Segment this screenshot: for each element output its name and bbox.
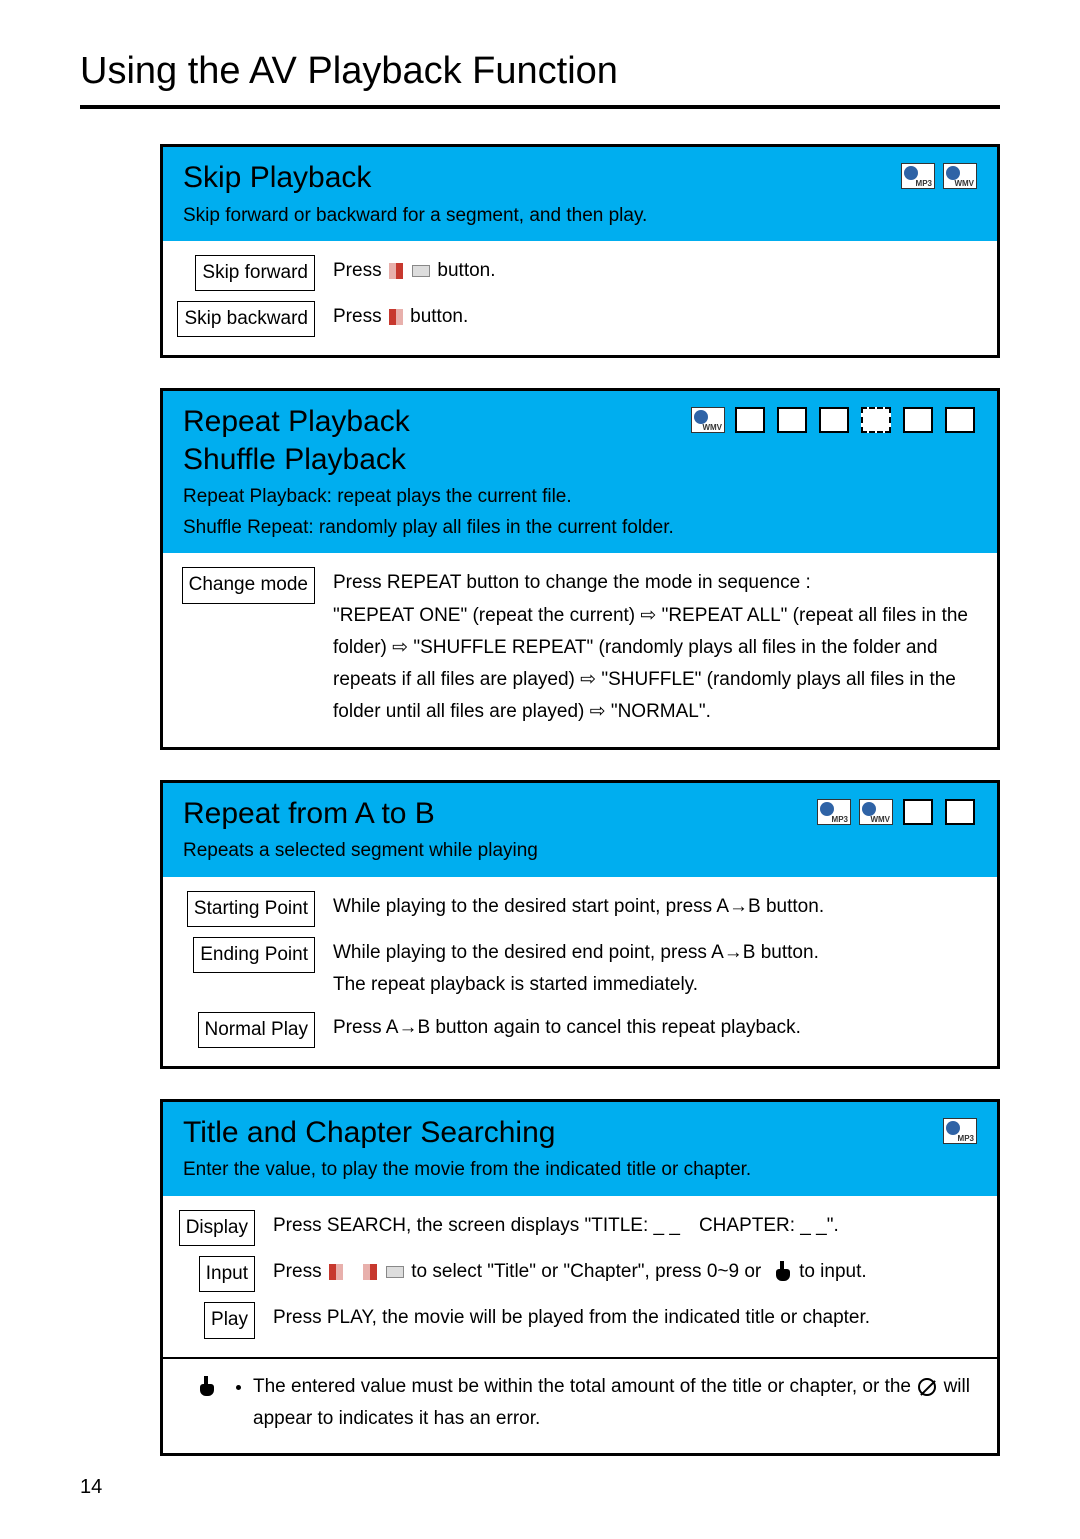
title-underline [80,105,1000,109]
play-text: Press PLAY, the movie will be played fro… [273,1302,977,1334]
panel-icon-row: MP3 [943,1116,977,1146]
panel-title: Skip Playback [183,159,371,197]
panel-title: Repeat from A to B [183,795,435,833]
normal-play-label: Normal Play [198,1012,315,1048]
format-icon [901,797,935,827]
ending-point-row: Ending Point While playing to the desire… [183,937,977,1002]
text: to input. [799,1261,867,1282]
ending-point-label: Ending Point [193,937,315,973]
page-number: 14 [80,1476,1000,1499]
wmv-icon: WMV [691,405,725,435]
skip-playback-panel: Skip Playback MP3 WMV Skip forward or ba… [160,144,1000,358]
title-line1: Repeat Playback [183,405,410,438]
repeat-playback-panel: Repeat Playback Shuffle Playback WMV Rep… [160,388,1000,749]
tv-icon [386,1266,404,1278]
sub-line1: Repeat Playback: repeat plays the curren… [183,486,572,507]
normal-play-row: Normal Play Press A→B button again to ca… [183,1012,977,1048]
panel-subtext: Skip forward or backward for a segment, … [163,201,997,241]
panel-icon-row: MP3 WMV [817,797,977,827]
ending-point-text: While playing to the desired end point, … [333,937,977,1002]
starting-point-label: Starting Point [187,891,315,927]
text: Press [333,306,387,327]
format-icon [901,405,935,435]
text: button. [410,306,468,327]
format-icon [859,405,893,435]
title-line2: Shuffle Playback [183,443,406,476]
skip-forward-label: Skip forward [195,255,315,291]
page-title: Using the AV Playback Function [80,50,1000,93]
play-row: Play Press PLAY, the movie will be playe… [183,1302,977,1338]
normal-play-text: Press A→B button again to cancel this re… [333,1012,977,1044]
text: to select "Title" or "Chapter", press 0~… [411,1261,766,1282]
hand-icon [198,1376,216,1398]
panel-subtext: Repeat Playback: repeat plays the curren… [163,482,997,553]
panel-title: Title and Chapter Searching [183,1114,555,1152]
sub-line2: Shuffle Repeat: randomly play all files … [183,517,674,538]
play-label: Play [204,1302,255,1338]
text: The entered value must be within the tot… [253,1376,916,1397]
display-label: Display [179,1210,255,1246]
text: button. [437,260,495,281]
next-icon [363,1264,377,1280]
skip-backward-row: Skip backward Press button. [183,301,977,337]
format-icon [775,405,809,435]
title-chapter-panel: Title and Chapter Searching MP3 Enter th… [160,1099,1000,1456]
change-mode-label: Change mode [182,567,315,603]
repeat-ab-panel: Repeat from A to B MP3 WMV Repeats a sel… [160,780,1000,1069]
note-item: The entered value must be within the tot… [253,1371,977,1436]
panel-subtext: Repeats a selected segment while playing [163,836,997,876]
panel-icon-row: WMV [691,405,977,435]
format-icon [943,797,977,827]
note-row: The entered value must be within the tot… [163,1357,997,1454]
starting-point-text: While playing to the desired start point… [333,891,977,923]
mp3-icon: MP3 [901,161,935,191]
display-text: Press SEARCH, the screen displays "TITLE… [273,1210,977,1242]
tv-icon [412,265,430,277]
next-icon [389,263,403,279]
input-label: Input [199,1256,255,1292]
prev-icon [329,1264,343,1280]
panel-title: Repeat Playback Shuffle Playback [183,403,410,478]
mp3-icon: MP3 [943,1116,977,1146]
hand-icon [774,1261,792,1283]
change-mode-text: Press REPEAT button to change the mode i… [333,567,977,728]
panel-subtext: Enter the value, to play the movie from … [163,1155,997,1195]
change-mode-row: Change mode Press REPEAT button to chang… [183,567,977,728]
format-icon [817,405,851,435]
panel-icon-row: MP3 WMV [901,161,977,191]
starting-point-row: Starting Point While playing to the desi… [183,891,977,927]
skip-backward-label: Skip backward [177,301,315,337]
wmv-icon: WMV [943,161,977,191]
mp3-icon: MP3 [817,797,851,827]
prev-icon [389,309,403,325]
text: Press [273,1261,327,1282]
format-icon [733,405,767,435]
text: Press [333,260,387,281]
skip-forward-row: Skip forward Press button. [183,255,977,291]
format-icon [943,405,977,435]
forbid-icon [918,1378,936,1396]
wmv-icon: WMV [859,797,893,827]
input-row: Input Press to select "Title" or "Chapte… [183,1256,977,1292]
display-row: Display Press SEARCH, the screen display… [183,1210,977,1246]
